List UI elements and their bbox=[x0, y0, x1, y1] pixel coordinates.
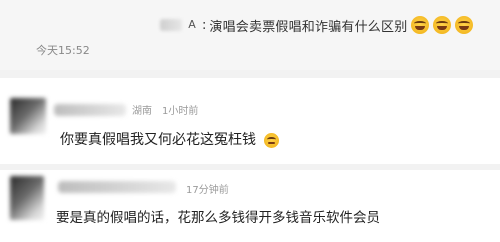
blurred-commenter-name[interactable] bbox=[54, 104, 126, 116]
section-divider bbox=[0, 70, 500, 78]
sad-emoji-icon bbox=[264, 132, 280, 148]
comment-time: 1小时前 bbox=[162, 106, 199, 117]
commenter-avatar[interactable] bbox=[10, 98, 46, 134]
comment-body: 你要真假唱我又何必花这冤枉钱 bbox=[60, 129, 280, 149]
blurred-author-name[interactable] bbox=[160, 19, 182, 31]
comment-text: 要是真的假唱的话，花那么多钱得开多钱音乐软件会员 bbox=[56, 210, 380, 226]
post-timestamp: 今天15:52 bbox=[36, 44, 90, 57]
post-text: 演唱会卖票假唱和诈骗有什么区别 bbox=[209, 19, 408, 35]
section-divider bbox=[0, 164, 500, 170]
blurred-commenter-name[interactable] bbox=[58, 181, 176, 193]
laughing-emoji-icon bbox=[411, 16, 430, 34]
post-content-line: A : 演唱会卖票假唱和诈骗有什么区别 bbox=[160, 14, 474, 36]
comment-location: 湖南 bbox=[132, 106, 152, 117]
comment-time: 17分钟前 bbox=[186, 185, 229, 196]
post-colon: : bbox=[202, 17, 207, 33]
author-badge-icon: A bbox=[188, 18, 196, 31]
laughing-emoji-icon bbox=[433, 16, 452, 34]
laughing-emoji-icon bbox=[455, 16, 474, 34]
comment-text: 你要真假唱我又何必花这冤枉钱 bbox=[60, 132, 256, 148]
commenter-avatar[interactable] bbox=[10, 176, 44, 220]
